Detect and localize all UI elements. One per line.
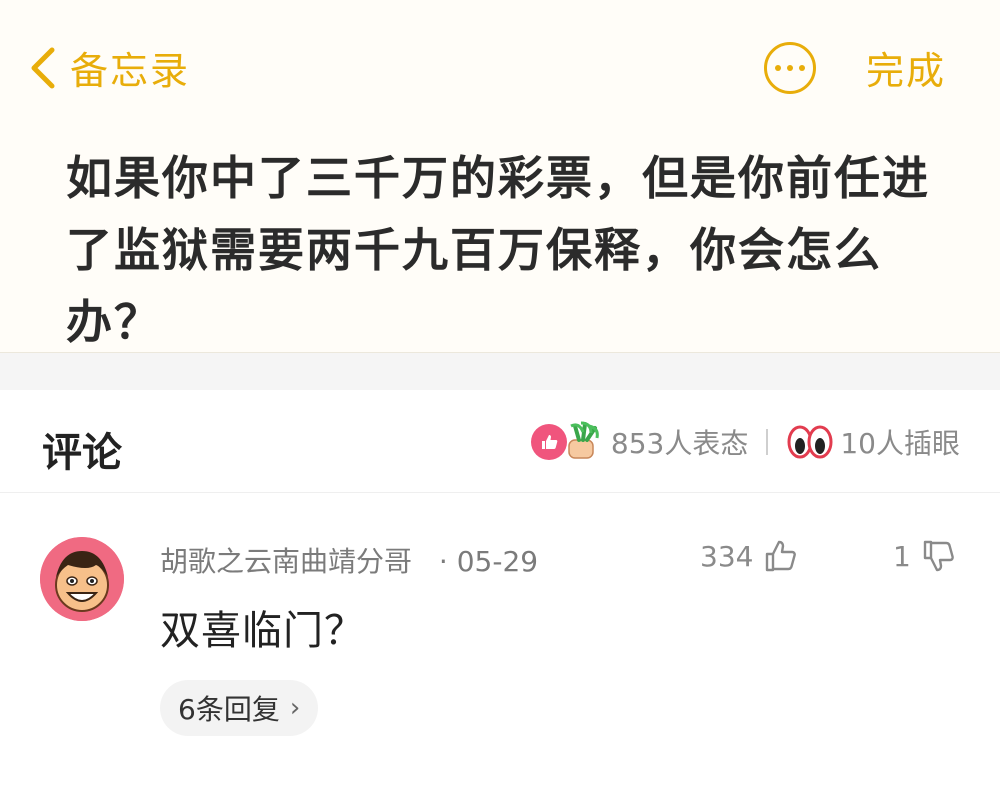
like-count: 334 [700, 539, 754, 573]
back-label: 备忘录 [70, 49, 191, 93]
reaction-stats[interactable]: 853人表态 10人插眼 [530, 420, 960, 464]
replies-label: 6条回复 [178, 693, 280, 726]
dislike-count: 1 [893, 539, 911, 573]
thumbs-down-icon [923, 540, 954, 572]
back-button[interactable]: 备忘录 [26, 40, 190, 95]
more-icon-dot [799, 65, 805, 71]
comments-panel: 评论 853人表态 10人插眼 胡歌之云南曲靖分哥 · 05-29 334 1 … [0, 390, 1000, 790]
comment-author[interactable]: 胡歌之云南曲靖分哥 [160, 545, 412, 578]
eyes-icon [787, 425, 833, 459]
avatar-cartoon-icon [40, 537, 124, 621]
more-icon-dot [787, 65, 793, 71]
dislike-button[interactable]: 1 [893, 538, 957, 574]
stats-divider [766, 429, 769, 455]
thumbs-up-icon [766, 540, 797, 572]
avatar[interactable] [40, 537, 124, 621]
comments-header: 评论 853人表态 10人插眼 [0, 390, 1000, 493]
comment-date: · 05-29 [438, 545, 539, 578]
comment-text[interactable]: 双喜临门？ [160, 598, 365, 656]
reactions-count: 853人表态 [610, 427, 749, 460]
chevron-left-icon [31, 47, 55, 88]
comment-item: 胡歌之云南曲靖分哥 · 05-29 334 1 双喜临门？ 6条回复 › [0, 492, 1000, 790]
cheer-reaction-icon [568, 421, 599, 459]
more-icon-dot [775, 65, 781, 71]
more-button[interactable] [764, 42, 816, 94]
chevron-right-icon: › [289, 693, 301, 723]
comment-meta: 胡歌之云南曲靖分哥 · 05-29 [160, 540, 538, 580]
eyes-count: 10人插眼 [840, 427, 960, 460]
done-button[interactable]: 完成 [866, 40, 946, 95]
note-card: 备忘录 完成 如果你中了三千万的彩票，但是你前任进了监狱需要两千九百万保释，你会… [0, 0, 1000, 353]
like-button[interactable]: 334 [700, 538, 799, 574]
view-replies-button[interactable]: 6条回复 › [160, 680, 319, 736]
comments-title: 评论 [42, 430, 122, 476]
note-text[interactable]: 如果你中了三千万的彩票，但是你前任进了监狱需要两千九百万保释，你会怎么办？ [66, 142, 936, 358]
